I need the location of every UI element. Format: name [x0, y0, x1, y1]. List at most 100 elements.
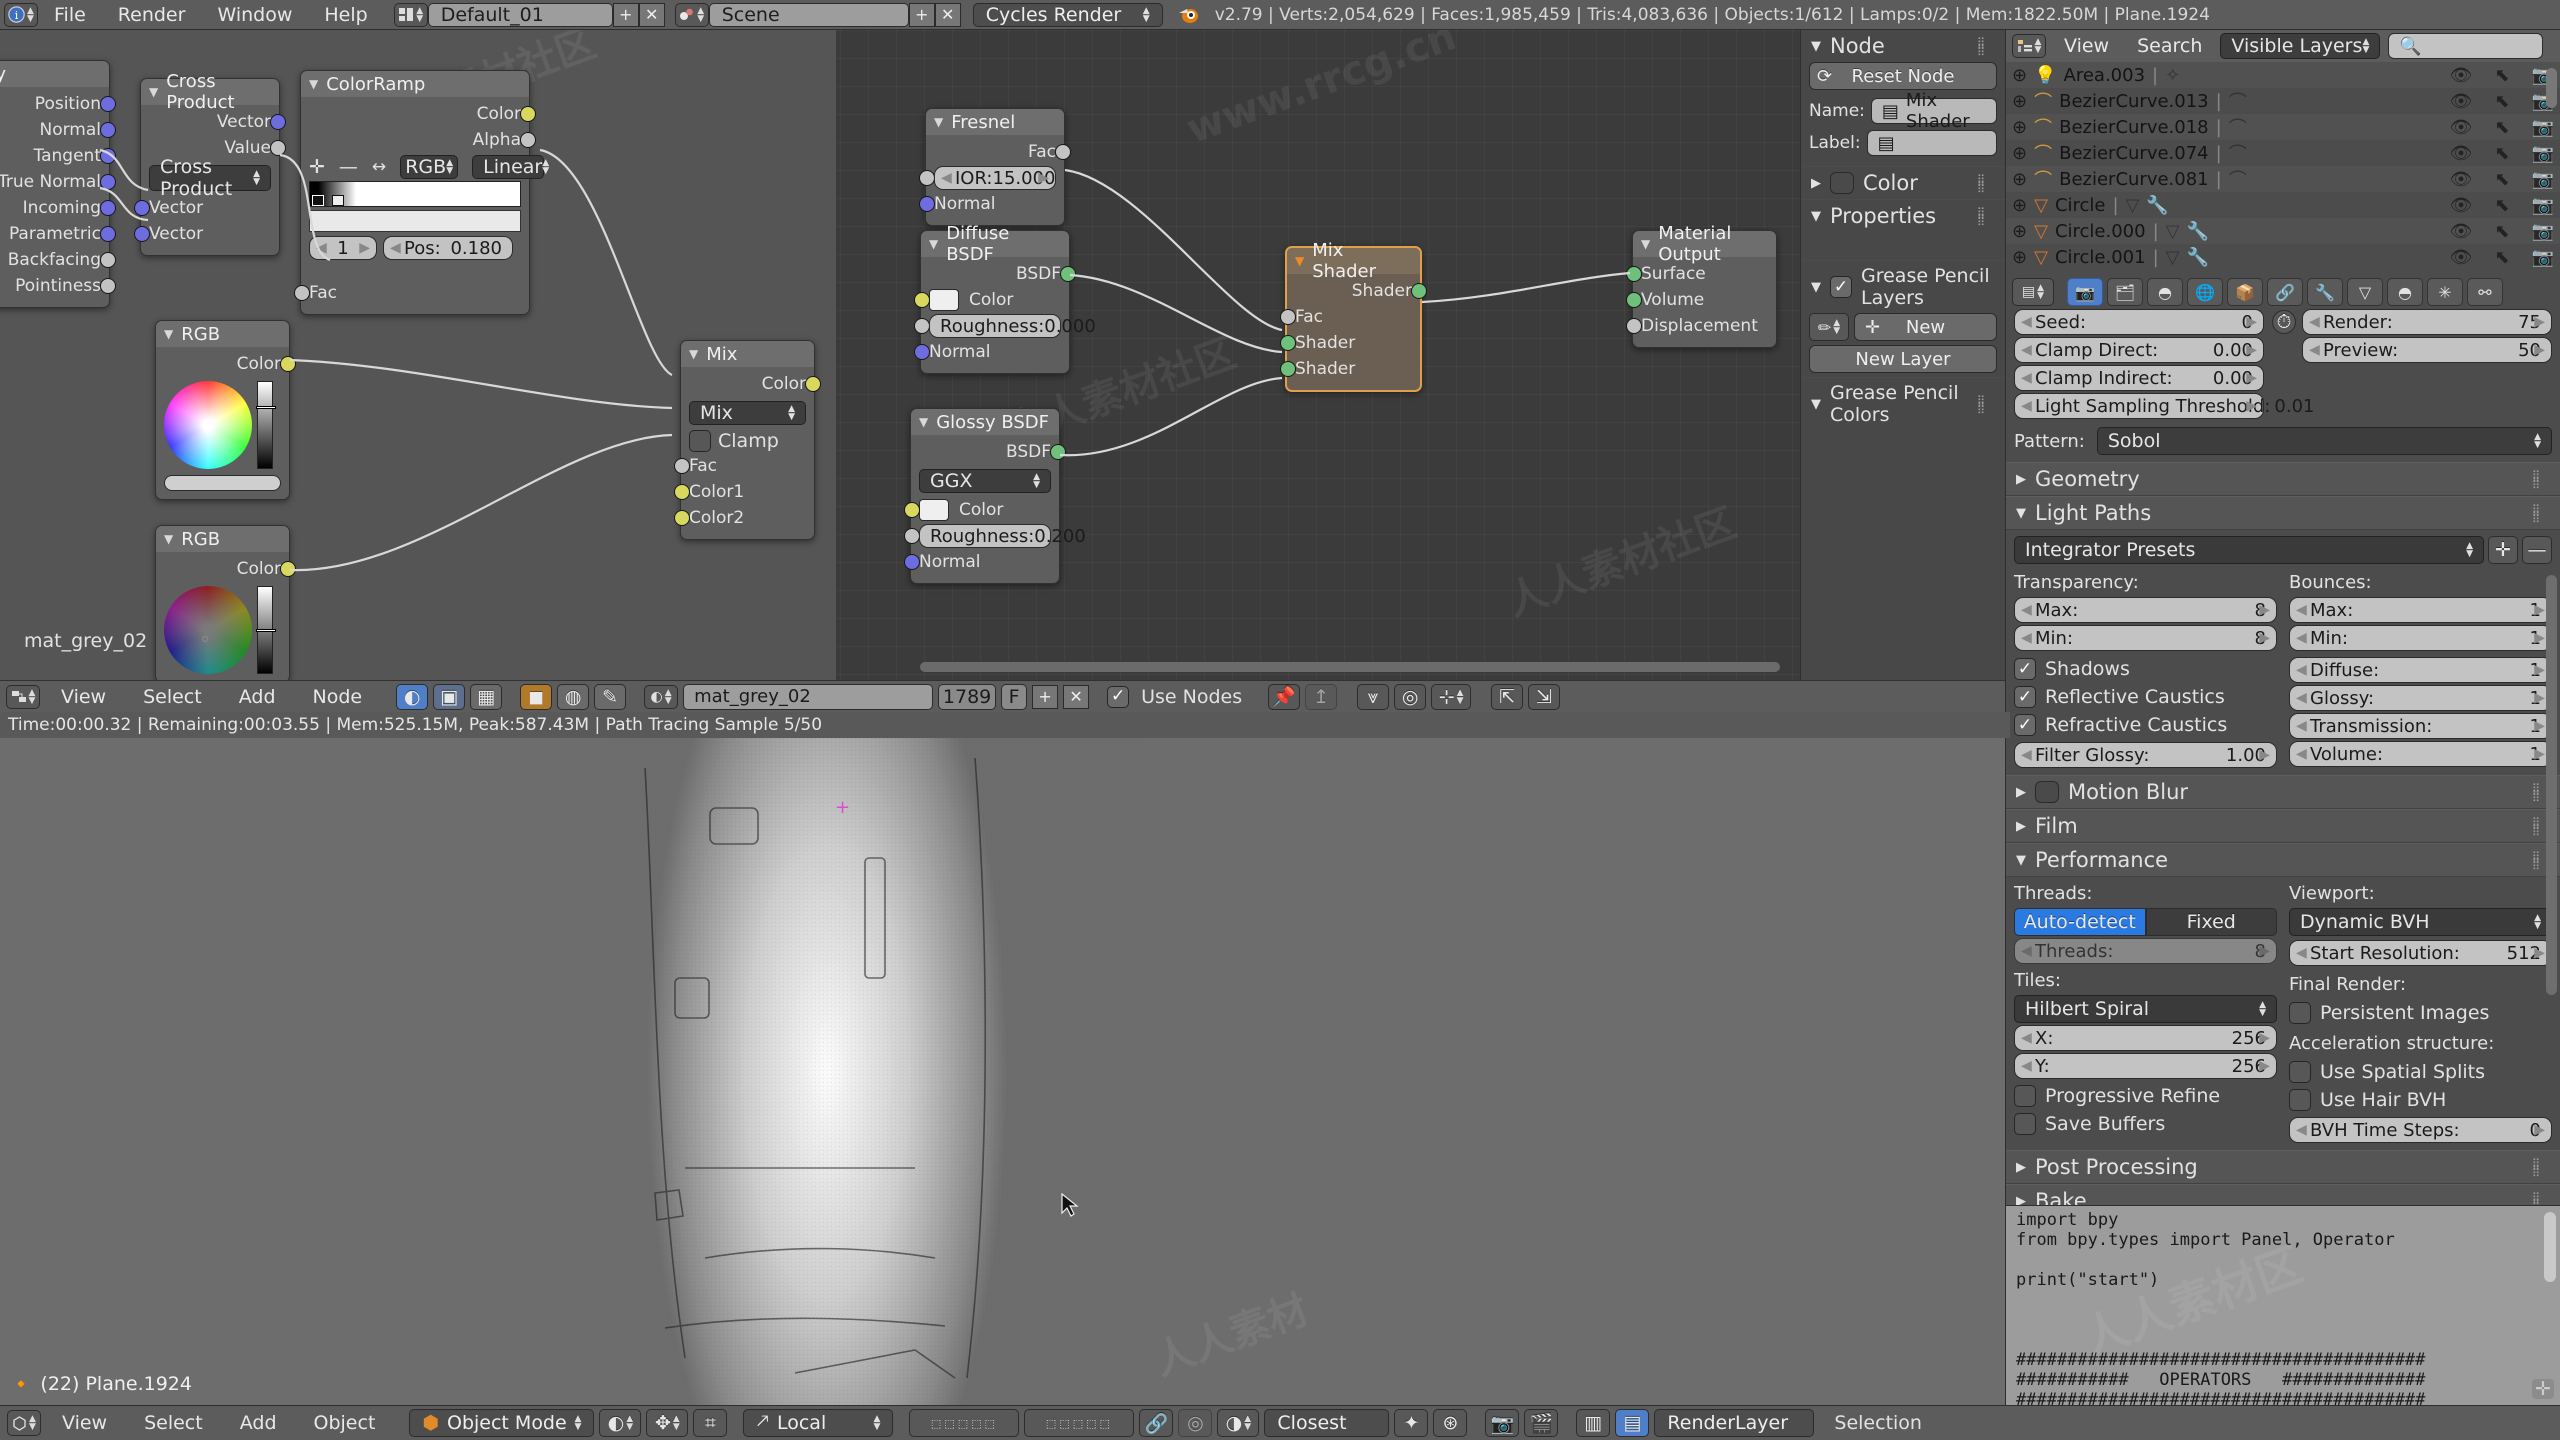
use-nodes-checkbox[interactable]: [1107, 685, 1130, 708]
ramp-stop-handle[interactable]: [332, 195, 344, 206]
restrict-render-icon[interactable]: 📷: [2532, 195, 2554, 216]
add-preset-button[interactable]: ✛: [2488, 536, 2518, 564]
remove-stop-icon[interactable]: —: [339, 156, 358, 178]
screen-layout-select[interactable]: Default_01: [427, 2, 613, 27]
expand-triangle-icon[interactable]: ▶: [2016, 1194, 2026, 1206]
refractive-caustics-checkbox[interactable]: [2014, 714, 2036, 736]
arrow-right-icon[interactable]: ▶: [2246, 342, 2257, 358]
node-material-output[interactable]: ▼ Material Output Surface Volume Displac…: [1626, 223, 1777, 348]
socket-value[interactable]: [100, 278, 116, 294]
properties-editor[interactable]: ▤ ▲ ▼ 📷 🗂 ◓ 🌐 📦 🔗 🔧 ▽ ◓ ✳ ⚯ ◀ Seed: 0 ▶ ◀ …: [2005, 275, 2560, 1205]
expand-icon[interactable]: ⊕: [2012, 247, 2027, 268]
node-diffuse-bsdf[interactable]: ▼ Diffuse BSDF BSDF Color Roughness:0.00…: [914, 223, 1096, 374]
transform-orientation-select[interactable]: 🡕 Local ▲ ▼: [743, 1409, 894, 1437]
alpha-slider[interactable]: [164, 475, 281, 491]
arrow-right-icon[interactable]: ▶: [2259, 1058, 2270, 1074]
tab-world[interactable]: 🌐: [2187, 278, 2223, 306]
node-rgb-2[interactable]: ▼ RGB Color: [155, 525, 296, 680]
socket-vector[interactable]: [134, 200, 150, 216]
expand-icon[interactable]: ⊕: [2012, 221, 2027, 242]
node-input-row[interactable]: Shader: [1280, 330, 1412, 356]
shader-type-linestyle-icon[interactable]: ▦: [470, 683, 503, 710]
3d-viewport[interactable]: Time:00:00.32 | Remaining:00:03.55 | Mem…: [0, 712, 2010, 1405]
restrict-view-icon[interactable]: 👁: [2450, 117, 2473, 138]
editor-type-properties-icon[interactable]: ▤ ▲ ▼: [2012, 278, 2054, 306]
outliner-scrollbar[interactable]: [2546, 68, 2557, 108]
ramp-pos-field[interactable]: ◀ Pos: 0.180: [383, 236, 513, 260]
bounces-min-field[interactable]: ◀ Min: 1 ▶: [2289, 625, 2552, 651]
tile-order-select[interactable]: Hilbert Spiral ▲ ▼: [2014, 995, 2277, 1023]
arrow-left-icon[interactable]: ◀: [2296, 690, 2307, 706]
light-sampling-threshold-field[interactable]: ◀ Light Sampling Threshold: 0.01 ▶: [2014, 393, 2314, 419]
node-header[interactable]: ▼ Geometry: [0, 61, 109, 87]
color-cursor[interactable]: [202, 636, 208, 642]
clamp-checkbox[interactable]: [689, 430, 711, 452]
tile-x-field[interactable]: ◀ X: 256 ▶: [2014, 1025, 2277, 1051]
socket-value[interactable]: [904, 528, 920, 544]
arrow-left-icon[interactable]: ◀: [2021, 747, 2032, 763]
expand-triangle-icon[interactable]: ▶: [2016, 472, 2026, 487]
restrict-render-icon[interactable]: 📷: [2532, 143, 2554, 164]
grease-pencil-layers-header[interactable]: ▼ Grease Pencil Layers: [1801, 261, 2005, 313]
color-mode-select[interactable]: RGB ▲ ▼: [400, 155, 459, 179]
animate-seed-icon[interactable]: ⏱: [2272, 310, 2296, 334]
samples-preview-field[interactable]: ◀ Preview: 50 ▶: [2302, 337, 2552, 363]
ramp-index-field[interactable]: ◀ 1 ▶: [309, 236, 377, 260]
volume-bounces-field[interactable]: ◀ Volume: 1 ▶: [2289, 741, 2552, 767]
collapse-triangle-icon[interactable]: ▼: [929, 237, 938, 251]
reflective-caustics-checkbox[interactable]: [2014, 686, 2036, 708]
socket-value[interactable]: [520, 132, 536, 148]
motion-blur-toggle[interactable]: [2035, 781, 2059, 803]
arrow-left-icon[interactable]: ◀: [2021, 370, 2032, 386]
tab-object[interactable]: 📦: [2227, 278, 2263, 306]
integrator-presets-select[interactable]: Integrator Presets ▲ ▼: [2014, 536, 2484, 564]
expand-icon[interactable]: ⊕: [2012, 65, 2027, 86]
tab-render[interactable]: 📷: [2067, 278, 2103, 306]
restrict-select-icon[interactable]: ⬉: [2494, 195, 2509, 216]
collapse-triangle-icon[interactable]: ▼: [689, 347, 698, 361]
node-output-row[interactable]: Tangent: [0, 143, 116, 169]
node-output-row[interactable]: Backfacing: [0, 247, 116, 273]
view3d-menu-select[interactable]: Select: [128, 1412, 219, 1434]
arrow-right-icon[interactable]: ▶: [359, 240, 370, 256]
collapse-triangle-icon[interactable]: ▼: [1811, 280, 1821, 295]
collapse-triangle-icon[interactable]: ▼: [934, 115, 943, 129]
socket-vector[interactable]: [904, 554, 920, 570]
transmission-bounces-field[interactable]: ◀ Transmission: 1 ▶: [2289, 713, 2552, 739]
text-editor-scrollbar[interactable]: [2544, 1212, 2556, 1282]
new-scene-button[interactable]: +: [908, 2, 935, 27]
bvh-time-steps-field[interactable]: ◀ BVH Time Steps: 0 ▶: [2289, 1117, 2552, 1143]
arrow-right-icon[interactable]: ▶: [1038, 170, 1049, 186]
node-input-row[interactable]: Roughness:0.000: [914, 313, 1096, 339]
render-layer-browse-icon[interactable]: ▤: [1615, 1409, 1650, 1437]
arrow-left-icon[interactable]: ◀: [2021, 630, 2032, 646]
arrow-left-icon[interactable]: ◀: [2021, 1058, 2032, 1074]
arrow-right-icon[interactable]: ▶: [2534, 1122, 2545, 1138]
node-input-row[interactable]: Color: [904, 497, 1051, 523]
node-label-field[interactable]: ▤: [1866, 130, 1997, 156]
scene-browse-icon[interactable]: ▲ ▼: [674, 2, 709, 27]
restrict-select-icon[interactable]: ⬉: [2494, 221, 2509, 242]
node-menu-select[interactable]: Select: [127, 686, 218, 708]
node-mix-shader[interactable]: ▼ Mix Shader Shader Fac Shader Shader: [1280, 240, 1427, 392]
socket-value[interactable]: [1280, 309, 1296, 325]
node-header[interactable]: ▼ Fresnel: [926, 109, 1064, 135]
socket-vector[interactable]: [100, 226, 116, 242]
node-output-row[interactable]: Color: [164, 556, 296, 582]
curve-data-icon[interactable]: ⌒: [2229, 114, 2247, 140]
node-fresnel[interactable]: ▼ Fresnel Fac ◀ IOR: 15.000 ▶ Normal: [919, 108, 1071, 226]
opengl-render-icon[interactable]: 📷: [1485, 1409, 1520, 1437]
transparency-min-field[interactable]: ◀ Min: 8 ▶: [2014, 625, 2277, 651]
new-material-button[interactable]: +: [1032, 684, 1059, 709]
arrow-left-icon[interactable]: ◀: [2296, 602, 2307, 618]
add-stop-icon[interactable]: ✛: [309, 156, 325, 178]
restrict-view-icon[interactable]: 👁: [2450, 195, 2473, 216]
samples-render-field[interactable]: ◀ Render: 75 ▶: [2302, 309, 2552, 335]
snap-node-icon[interactable]: ⩔: [1357, 683, 1390, 710]
scene-select[interactable]: Scene: [708, 2, 909, 27]
bvh-type-select[interactable]: Dynamic BVH ▲ ▼: [2289, 908, 2552, 936]
arrow-left-icon[interactable]: ◀: [2021, 314, 2032, 330]
restrict-render-icon[interactable]: 📷: [2532, 169, 2554, 190]
value-slider[interactable]: [256, 381, 276, 469]
tab-particles[interactable]: ✳: [2427, 278, 2463, 306]
